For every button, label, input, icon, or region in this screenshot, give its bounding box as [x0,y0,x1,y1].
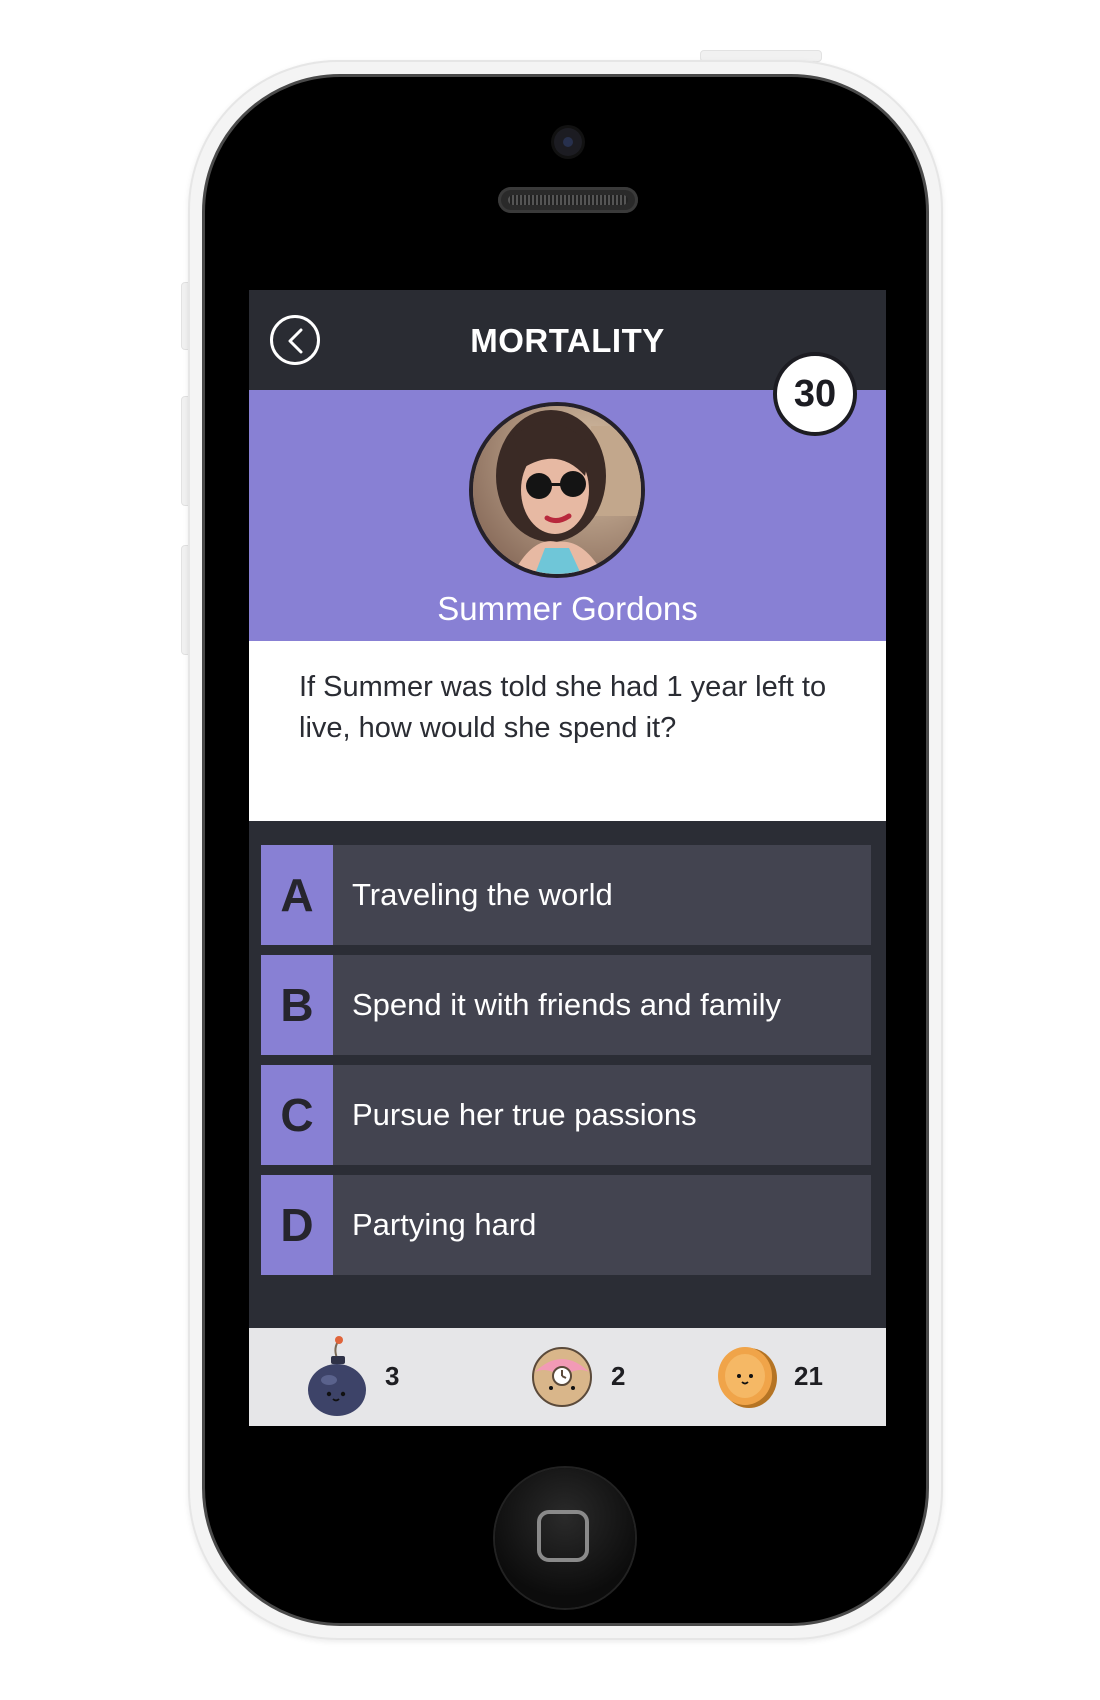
answer-option-a[interactable]: A Traveling the world [261,845,871,945]
stage: MORTALITY 30 Summer Gordons If Summer wa… [0,0,1100,1700]
home-square-icon [537,1510,589,1562]
answer-list: A Traveling the world B Spend it with fr… [249,821,886,1328]
app-screen: MORTALITY 30 Summer Gordons If Summer wa… [249,290,886,1426]
answer-option-c[interactable]: C Pursue her true passions [261,1065,871,1165]
bomb-icon [308,1336,366,1416]
question-text: If Summer was told she had 1 year left t… [299,671,827,744]
answer-text: Traveling the world [352,877,613,912]
answer-text: Spend it with friends and family [352,987,782,1022]
question-card: If Summer was told she had 1 year left t… [249,641,886,821]
answer-letter: B [261,955,333,1055]
answer-text: Partying hard [352,1207,537,1242]
answer-option-b[interactable]: B Spend it with friends and family [261,955,871,1055]
answer-letter: D [261,1175,333,1275]
earpiece-speaker [498,187,638,213]
answer-letter: C [261,1065,333,1165]
countdown-timer: 30 [773,352,857,436]
page-title: MORTALITY [470,322,665,359]
avatar-photo [473,406,641,574]
answer-letter: A [261,845,333,945]
front-camera [554,128,582,156]
donut-powerup[interactable]: 2 [531,1328,641,1426]
home-button[interactable] [495,1468,635,1608]
coin-powerup[interactable]: 21 [716,1328,846,1426]
donut-icon [532,1347,592,1407]
avatar [469,402,645,578]
coin-count: 21 [794,1361,823,1391]
answer-option-d[interactable]: D Partying hard [261,1175,871,1275]
powerup-bar: 3 2 21 [249,1328,886,1426]
donut-count: 2 [611,1361,626,1391]
profile-name: Summer Gordons [437,590,698,627]
coin-icon [718,1347,777,1408]
bomb-count: 3 [385,1361,400,1391]
bomb-powerup[interactable]: 3 [307,1328,417,1426]
answer-text: Pursue her true passions [352,1097,697,1132]
